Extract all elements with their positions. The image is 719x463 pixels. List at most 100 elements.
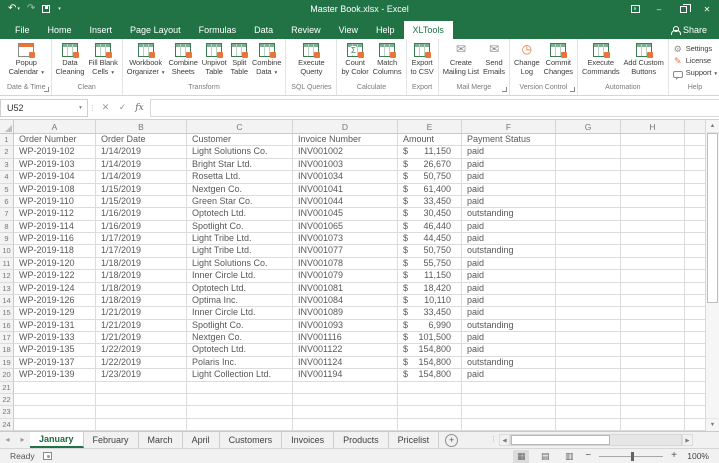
cell-B19[interactable]: 1/22/2019 [96, 357, 187, 369]
ribbon-display-options-button[interactable]: ∧ [623, 0, 647, 18]
cell-G22[interactable] [556, 394, 621, 406]
cell-D7[interactable]: INV001045 [293, 208, 398, 220]
cell-C16[interactable]: Spotlight Co. [187, 320, 293, 332]
formula-input[interactable] [150, 99, 719, 117]
cell-B4[interactable]: 1/14/2019 [96, 171, 187, 183]
cell-A1[interactable]: Order Number [14, 134, 96, 146]
vertical-scrollbar-thumb[interactable] [707, 133, 718, 303]
cell-C8[interactable]: Spotlight Co. [187, 221, 293, 233]
cell-B21[interactable] [96, 382, 187, 394]
row-header-18[interactable]: 18 [0, 344, 14, 356]
execute-commands-button[interactable]: ExecuteCommands [580, 41, 622, 76]
ribbon-tab-home[interactable]: Home [39, 21, 81, 39]
cell-G17[interactable] [556, 332, 621, 344]
cell-G7[interactable] [556, 208, 621, 220]
cell-B6[interactable]: 1/15/2019 [96, 196, 187, 208]
column-header-h[interactable]: H [621, 120, 685, 134]
vertical-scrollbar[interactable]: ▲ ▼ [705, 120, 719, 431]
cell-H14[interactable] [621, 295, 685, 307]
cell-C6[interactable]: Green Star Co. [187, 196, 293, 208]
cell-A23[interactable] [14, 406, 96, 418]
cell-A6[interactable]: WP-2019-110 [14, 196, 96, 208]
redo-button[interactable]: ↷ [27, 4, 35, 14]
row-header-8[interactable]: 8 [0, 221, 14, 233]
cell-D13[interactable]: INV001081 [293, 283, 398, 295]
cell-E18[interactable]: $154,800 [398, 344, 462, 356]
cell-G8[interactable] [556, 221, 621, 233]
cell-B2[interactable]: 1/14/2019 [96, 146, 187, 158]
count-by-color-button[interactable]: Countby Color [339, 41, 370, 76]
cell-G12[interactable] [556, 270, 621, 282]
match-columns-button[interactable]: MatchColumns [371, 41, 404, 76]
cell-G9[interactable] [556, 233, 621, 245]
row-header-1[interactable]: 1 [0, 134, 14, 146]
cell-E11[interactable]: $55,750 [398, 258, 462, 270]
cell-A12[interactable]: WP-2019-122 [14, 270, 96, 282]
commit-changes-button[interactable]: CommitChanges [542, 41, 575, 76]
cell-H9[interactable] [621, 233, 685, 245]
cell-D19[interactable]: INV001124 [293, 357, 398, 369]
enter-icon[interactable]: ✓ [114, 102, 131, 113]
cell-E20[interactable]: $154,800 [398, 369, 462, 381]
cell-H20[interactable] [621, 369, 685, 381]
row-header-9[interactable]: 9 [0, 233, 14, 245]
previous-sheet-icon[interactable]: ◂ [0, 432, 15, 448]
cell-G24[interactable] [556, 419, 621, 431]
cell-F1[interactable]: Payment Status [462, 134, 556, 146]
cell-E2[interactable]: $11,150 [398, 146, 462, 158]
cell-E21[interactable] [398, 382, 462, 394]
cell-H6[interactable] [621, 196, 685, 208]
cell-A21[interactable] [14, 382, 96, 394]
cell-B17[interactable]: 1/21/2019 [96, 332, 187, 344]
cell-C23[interactable] [187, 406, 293, 418]
name-box[interactable]: U52 ▾ [0, 99, 88, 117]
sheet-tab-january[interactable]: January [30, 432, 84, 448]
zoom-level[interactable]: 100% [685, 451, 709, 461]
cell-C19[interactable]: Polaris Inc. [187, 357, 293, 369]
cell-B11[interactable]: 1/18/2019 [96, 258, 187, 270]
cell-E19[interactable]: $154,800 [398, 357, 462, 369]
column-header-d[interactable]: D [293, 120, 398, 134]
cell-H11[interactable] [621, 258, 685, 270]
row-header-6[interactable]: 6 [0, 196, 14, 208]
cell-F8[interactable]: paid [462, 221, 556, 233]
cell-H4[interactable] [621, 171, 685, 183]
row-header-4[interactable]: 4 [0, 171, 14, 183]
cell-D16[interactable]: INV001093 [293, 320, 398, 332]
cell-A9[interactable]: WP-2019-116 [14, 233, 96, 245]
cell-C11[interactable]: Light Solutions Co. [187, 258, 293, 270]
horizontal-scrollbar[interactable]: ⋮ ◀ ▶ [488, 432, 693, 448]
row-header-3[interactable]: 3 [0, 159, 14, 171]
cell-F3[interactable]: paid [462, 159, 556, 171]
cell-D1[interactable]: Invoice Number [293, 134, 398, 146]
cell-A7[interactable]: WP-2019-112 [14, 208, 96, 220]
row-header-15[interactable]: 15 [0, 307, 14, 319]
cell-C24[interactable] [187, 419, 293, 431]
cell-H21[interactable] [621, 382, 685, 394]
cell-C13[interactable]: Optotech Ltd. [187, 283, 293, 295]
add-custom-buttons-button[interactable]: Add CustomButtons [622, 41, 666, 76]
cell-D5[interactable]: INV001041 [293, 184, 398, 196]
cell-H10[interactable] [621, 245, 685, 257]
cell-G10[interactable] [556, 245, 621, 257]
sheet-tab-invoices[interactable]: Invoices [282, 432, 334, 448]
cell-D9[interactable]: INV001073 [293, 233, 398, 245]
cell-H8[interactable] [621, 221, 685, 233]
workbook-organizer-button[interactable]: WorkbookOrganizer ▾ [125, 41, 167, 77]
cell-B9[interactable]: 1/17/2019 [96, 233, 187, 245]
cell-E22[interactable] [398, 394, 462, 406]
cell-F11[interactable]: paid [462, 258, 556, 270]
cell-C2[interactable]: Light Solutions Co. [187, 146, 293, 158]
cell-B20[interactable]: 1/23/2019 [96, 369, 187, 381]
cell-G1[interactable] [556, 134, 621, 146]
scroll-up-icon[interactable]: ▲ [706, 120, 719, 133]
row-header-17[interactable]: 17 [0, 332, 14, 344]
ribbon-tab-insert[interactable]: Insert [81, 21, 122, 39]
row-header-7[interactable]: 7 [0, 208, 14, 220]
close-button[interactable]: ✕ [695, 0, 719, 18]
cell-H3[interactable] [621, 159, 685, 171]
ribbon-tab-xltools[interactable]: XLTools [404, 21, 453, 39]
cell-D24[interactable] [293, 419, 398, 431]
cell-F22[interactable] [462, 394, 556, 406]
cell-B10[interactable]: 1/17/2019 [96, 245, 187, 257]
